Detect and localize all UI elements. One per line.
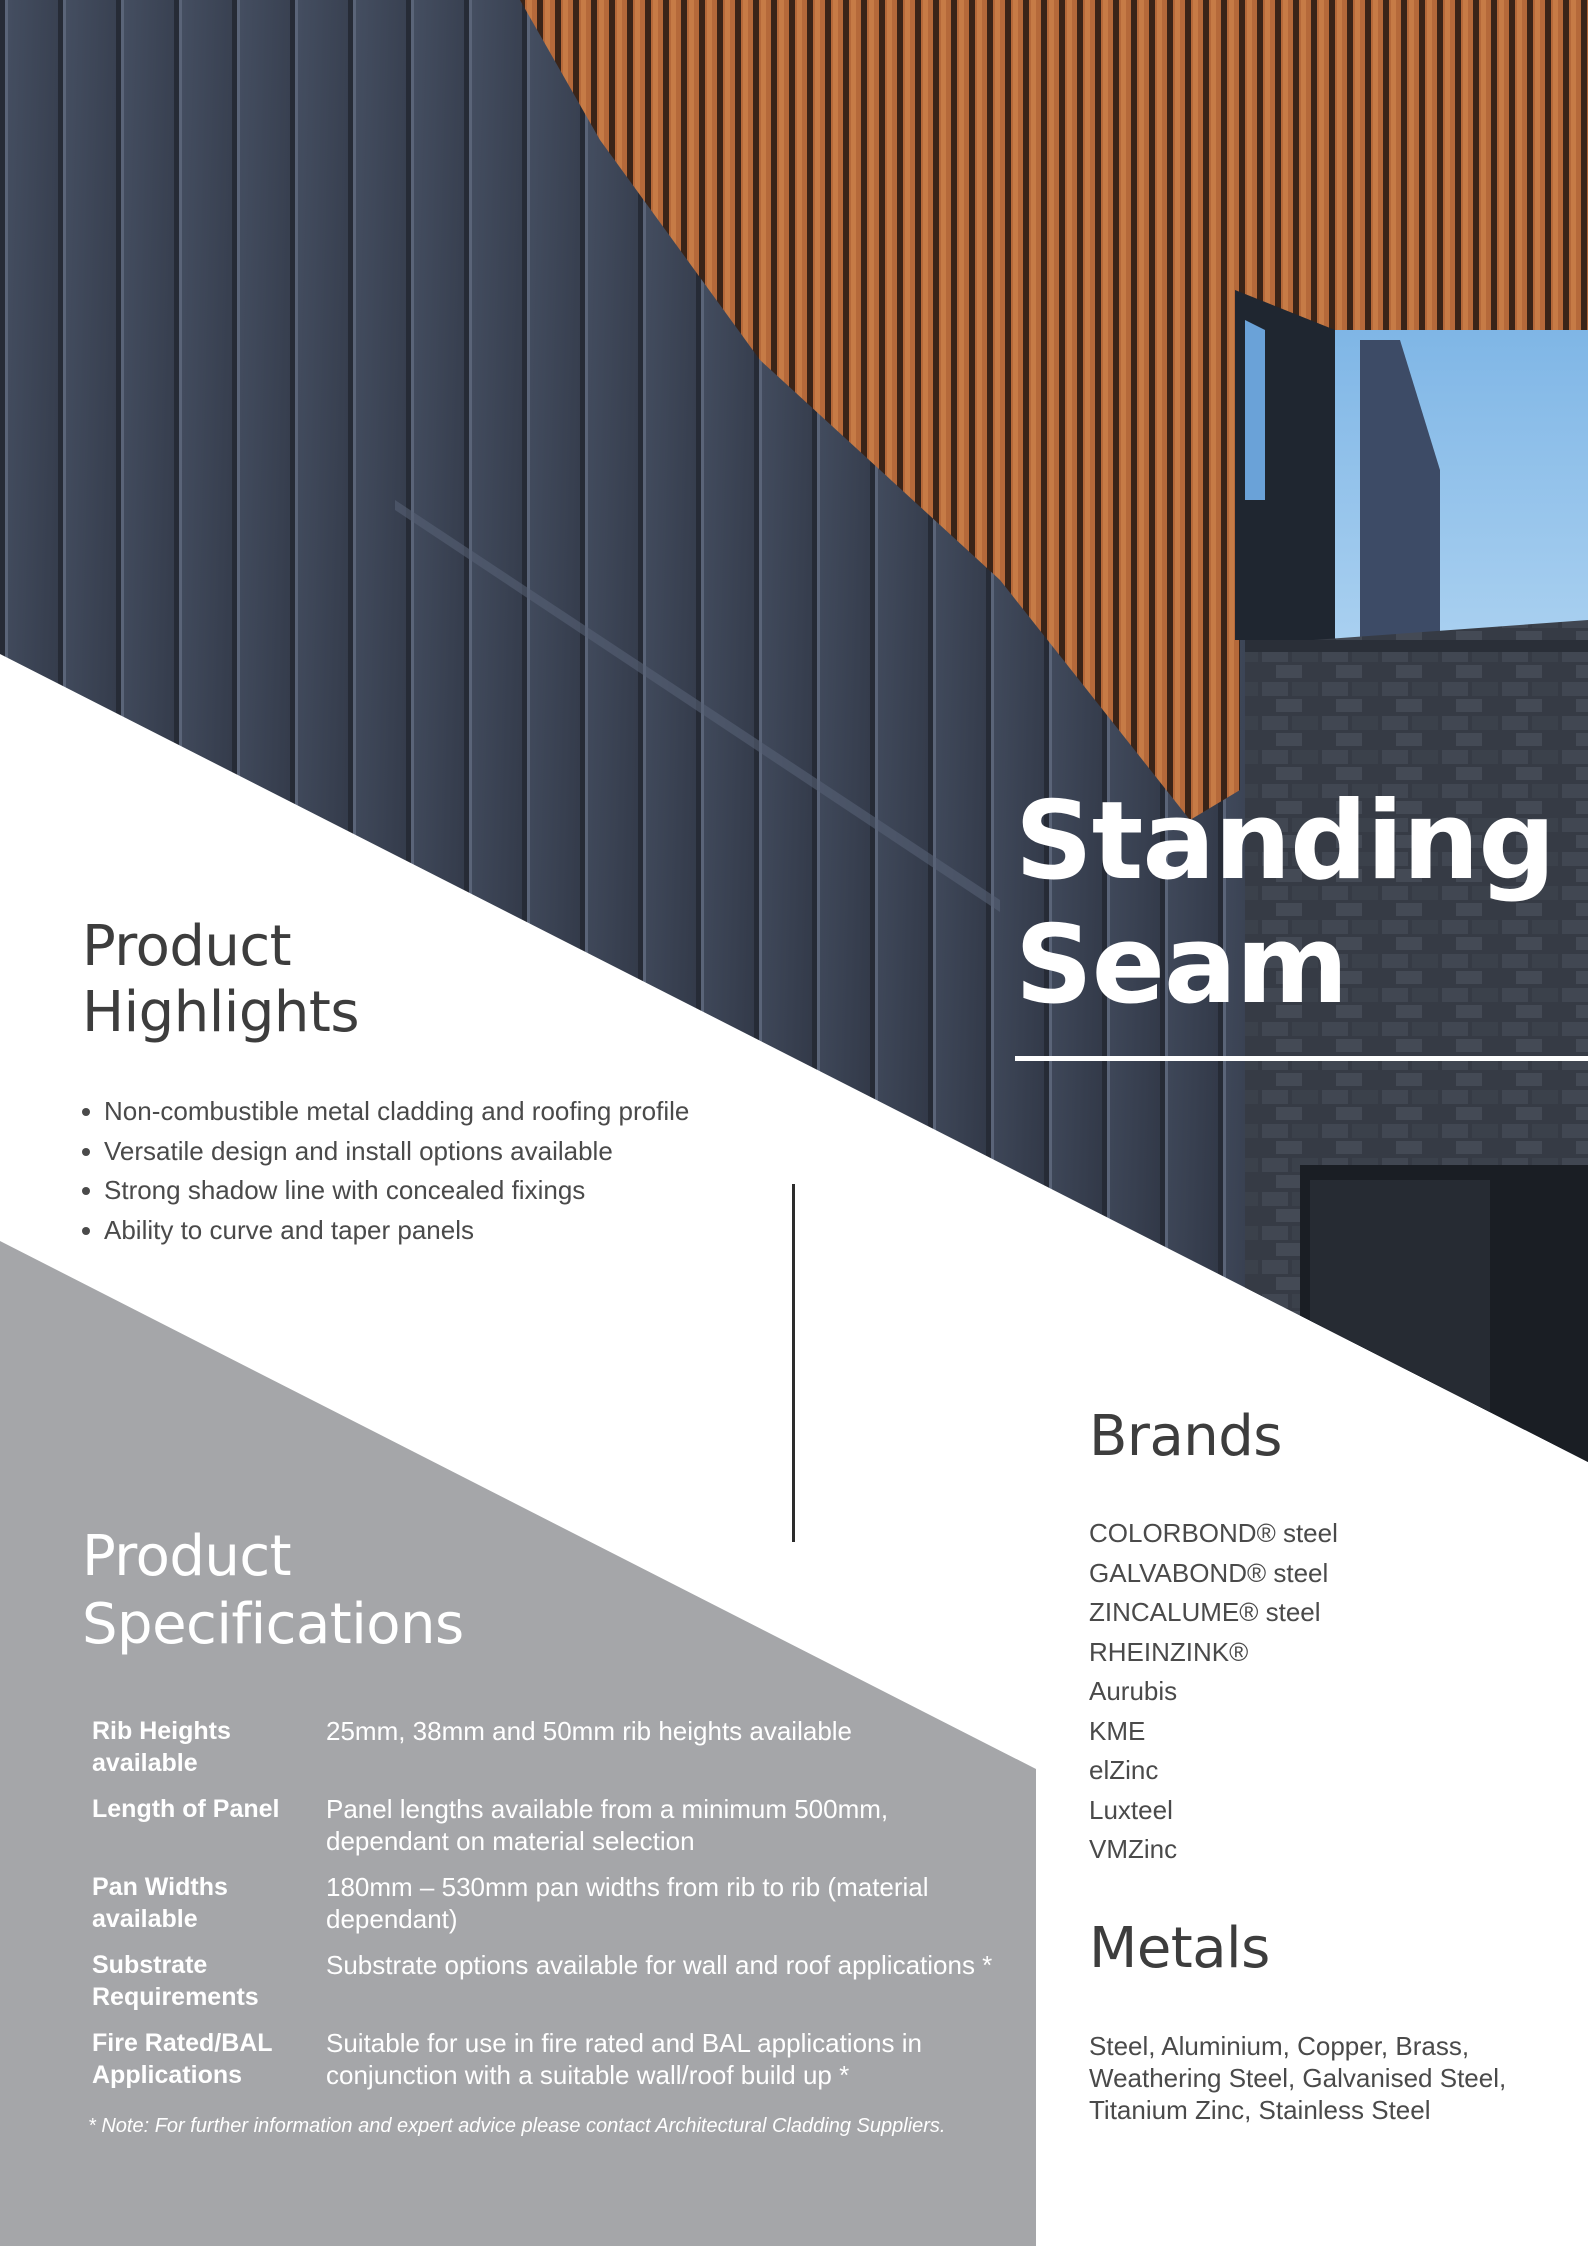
spec-label: Pan Widths available [92,1873,228,1933]
list-item: COLORBOND® steel [1089,1518,1338,1548]
list-item: elZinc [1089,1755,1159,1785]
table-row: Fire Rated/BAL Applications Suitable for… [92,2027,1022,2091]
title-underline [1015,1056,1588,1061]
list-item: Luxteel [1089,1794,1173,1825]
highlights-heading-line-1: Product [82,914,292,979]
metals-text: Steel, Aluminium, Copper, Brass, Weather… [1089,2031,1507,2125]
specs-heading-line-1: Product [82,1524,292,1589]
specs-heading-line-2: Specifications [82,1592,464,1657]
spec-value: Substrate options available for wall and… [326,1950,993,1980]
bullet-icon [82,1187,90,1195]
spec-label: Fire Rated/BAL Applications [92,2029,273,2089]
specs-footnote: * Note: For further information and expe… [88,2115,946,2137]
title-line-2: Seam [1015,903,1348,1028]
bullet-icon [82,1147,90,1156]
specs-table: Rib Heights available 25mm, 38mm and 50m… [92,1715,1022,2105]
table-row: Rib Heights available 25mm, 38mm and 50m… [92,1715,1022,1779]
table-row: Length of Panel Panel lengths available … [92,1793,1022,1857]
spec-label: Rib Heights available [92,1717,231,1777]
list-item: Ability to curve and taper panels [80,1211,800,1251]
table-row: Pan Widths available 180mm – 530mm pan w… [92,1871,1022,1935]
bullet-icon [82,1108,90,1116]
spec-label: Substrate Requirements [92,1951,259,2011]
highlight-text: Ability to curve and taper panels [104,1214,474,1245]
list-item: VMZinc [1089,1834,1178,1864]
list-item: KME [1089,1715,1146,1746]
list-item: RHEINZINK® [1089,1636,1249,1667]
brands-list: COLORBOND® steel GALVABOND® steel ZINCAL… [1089,1514,1569,1870]
brands-heading: Brands [1089,1404,1282,1469]
list-item: GALVABOND® steel [1089,1557,1329,1588]
list-item: Non-combustible metal cladding and roofi… [80,1092,800,1132]
highlight-text: Versatile design and install options ava… [104,1135,613,1166]
table-row: Substrate Requirements Substrate options… [92,1949,1022,2013]
highlights-heading: Product Highlights [82,914,682,1046]
spec-label: Length of Panel [92,1795,280,1823]
spec-value: Suitable for use in fire rated and BAL a… [326,2028,922,2090]
list-item: ZINCALUME® steel [1089,1597,1321,1627]
list-item: Strong shadow line with concealed fixing… [80,1171,800,1211]
specs-heading: Product Specifications [82,1523,682,1659]
spec-value: 25mm, 38mm and 50mm rib heights availabl… [326,1716,853,1746]
list-item: Versatile design and install options ava… [80,1132,800,1172]
highlights-heading-line-2: Highlights [82,980,360,1045]
metals-heading: Metals [1089,1916,1270,1981]
title-line-1: Standing [1015,779,1556,904]
page-title: Standing Seam [1015,780,1575,1028]
spec-value: 180mm – 530mm pan widths from rib to rib… [326,1872,929,1934]
bullet-icon [82,1226,90,1235]
highlight-text: Non-combustible metal cladding and roofi… [104,1096,690,1126]
list-item: Aurubis [1089,1676,1178,1706]
vertical-divider [792,1184,795,1542]
highlight-text: Strong shadow line with concealed fixing… [104,1175,586,1205]
spec-value: Panel lengths available from a minimum 5… [326,1794,889,1856]
highlights-list: Non-combustible metal cladding and roofi… [80,1092,800,1250]
